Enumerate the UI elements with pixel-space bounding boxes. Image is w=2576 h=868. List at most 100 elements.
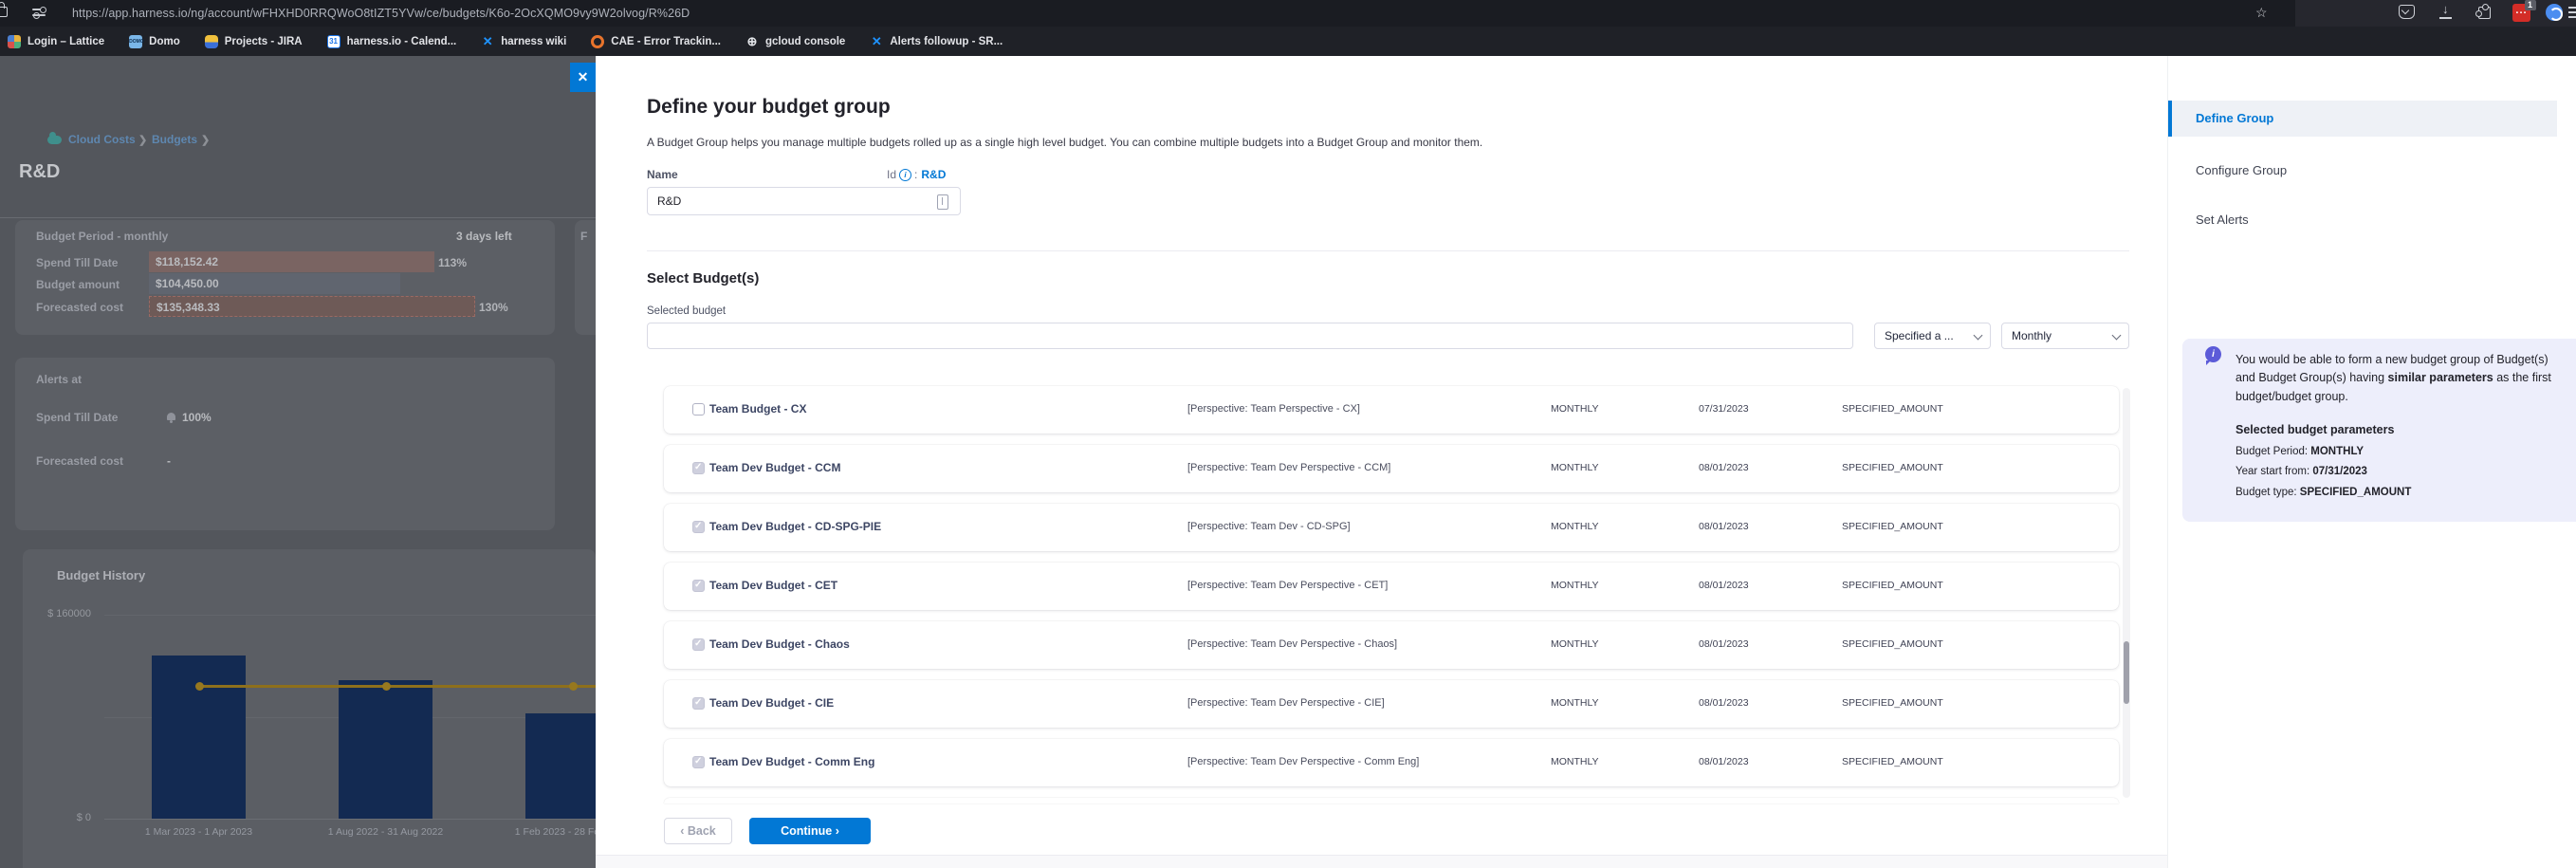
budget-line	[199, 685, 597, 688]
bookmark-item[interactable]: ✕ Alerts followup - SR...	[870, 35, 1003, 48]
budget-row[interactable]: Team Dev Budget - Comm Eng [Perspective:…	[664, 739, 2119, 786]
budget-row[interactable]: Team Dev Budget - CCM [Perspective: Team…	[664, 445, 2119, 492]
budget-checkbox[interactable]	[692, 638, 705, 651]
param-line: Budget type: SPECIFIED_AMOUNT	[2236, 485, 2552, 502]
jira-icon	[205, 35, 218, 48]
back-button[interactable]: ‹ Back	[664, 818, 732, 844]
budget-perspective: [Perspective: Team Dev Perspective - CET…	[1187, 580, 1388, 591]
alerts-card: Alerts at Spend Till Date 100% Forecaste…	[15, 358, 555, 530]
budget-start-date: 07/31/2023	[1699, 403, 1749, 415]
budget-perspective: [Perspective: Team Dev - CD-SPG]	[1187, 521, 1351, 532]
budget-line-point	[195, 682, 204, 691]
divider	[647, 250, 2129, 251]
scrollbar-thumb[interactable]	[2124, 641, 2129, 704]
cae-icon	[591, 35, 604, 48]
budget-name-link[interactable]: Team Dev Budget - CCM	[709, 461, 840, 474]
budget-row[interactable]: Team Dev Budget - Chaos [Perspective: Te…	[664, 621, 2119, 669]
selected-budget-label: Selected budget	[647, 305, 726, 317]
bookmark-item[interactable]: CAE - Error Trackin...	[591, 35, 721, 48]
budget-type-dropdown[interactable]: Specified a ...	[1874, 323, 1991, 349]
wizard-step-configure-group[interactable]: Configure Group	[2168, 153, 2557, 189]
budget-checkbox[interactable]	[692, 580, 705, 592]
budget-period: MONTHLY	[1551, 580, 1599, 591]
budget-checkbox[interactable]	[692, 756, 705, 768]
budget-period: MONTHLY	[1551, 403, 1599, 415]
url-bar[interactable]: https://app.harness.io/ng/account/wFHXHD…	[0, 0, 2295, 27]
info-text: You would be able to form a new budget g…	[2236, 351, 2552, 406]
harness-icon: ✕	[870, 35, 883, 48]
wizard-step-define-group[interactable]: Define Group	[2168, 101, 2557, 137]
chart-bar	[339, 680, 432, 819]
budget-period: MONTHLY	[1551, 462, 1599, 473]
budget-start-date: 08/01/2023	[1699, 521, 1749, 532]
breadcrumb-budgets[interactable]: Budgets	[152, 133, 197, 146]
budget-amount-bar: $104,450.00	[149, 273, 400, 294]
close-icon[interactable]: ✕	[570, 63, 596, 92]
privacy-extension-icon[interactable]	[2546, 4, 2563, 21]
budget-checkbox[interactable]	[692, 521, 705, 533]
budget-name-link[interactable]: Team Dev Budget - CD-SPG-PIE	[709, 520, 881, 533]
budget-name-link[interactable]: Team Dev Budget - CET	[709, 579, 837, 592]
budget-row[interactable]: Team Dev Budget - CIE [Perspective: Team…	[664, 680, 2119, 728]
bookmark-item[interactable]: ⊕ gcloud console	[745, 35, 845, 48]
url-text[interactable]: https://app.harness.io/ng/account/wFHXHD…	[72, 7, 690, 20]
lastpass-icon[interactable]: ...1	[2512, 4, 2530, 22]
budget-row[interactable]: Team Dev Budget - CET [Perspective: Team…	[664, 563, 2119, 610]
budget-perspective: [Perspective: Team Perspective - CX]	[1187, 403, 1360, 415]
budget-start-date: 08/01/2023	[1699, 697, 1749, 709]
budget-period: MONTHLY	[1551, 697, 1599, 709]
partial-card-text: F	[580, 230, 587, 243]
breadcrumb-cloud-costs[interactable]: Cloud Costs	[68, 133, 136, 146]
period-dropdown[interactable]: Monthly	[2001, 323, 2129, 349]
budget-type: SPECIFIED_AMOUNT	[1842, 697, 1943, 709]
bookmark-item[interactable]: Projects - JIRA	[205, 35, 303, 48]
id-label: Id	[887, 168, 896, 181]
downloads-icon[interactable]	[2439, 5, 2453, 19]
bookmark-item[interactable]: ✕ harness wiki	[481, 35, 566, 48]
card-title: Alerts at	[36, 373, 82, 386]
extensions-icon[interactable]	[2478, 7, 2491, 19]
budget-name-link[interactable]: Team Dev Budget - Chaos	[709, 637, 850, 651]
info-icon[interactable]	[899, 169, 911, 181]
wizard-step-set-alerts[interactable]: Set Alerts	[2168, 202, 2557, 238]
tracking-protection-icon[interactable]	[32, 8, 47, 19]
bookmarks-bar: Login – Lattice DOMO Domo Projects - JIR…	[0, 27, 2576, 56]
menu-icon[interactable]	[2568, 7, 2576, 18]
browser-window: https://app.harness.io/ng/account/wFHXHD…	[0, 0, 2576, 868]
budget-perspective: [Perspective: Team Dev Perspective - Com…	[1187, 756, 1419, 767]
selected-budget-input[interactable]	[647, 323, 1853, 349]
pocket-icon[interactable]	[2399, 5, 2415, 19]
budget-group-modal: Define your budget group A Budget Group …	[596, 56, 2167, 868]
budget-period-card: Budget Period - monthly 3 days left Spen…	[15, 220, 555, 335]
bookmark-star-icon[interactable]: ☆	[2255, 5, 2268, 21]
continue-button[interactable]: Continue ›	[749, 818, 871, 844]
budget-name-link[interactable]: Team Dev Budget - CIE	[709, 696, 834, 710]
y-axis-label: $ 160000	[23, 608, 91, 619]
scrollbar[interactable]	[2123, 388, 2130, 798]
bookmark-label: CAE - Error Trackin...	[611, 36, 721, 47]
budget-row[interactable]: Team Budget - CX [Perspective: Team Pers…	[664, 386, 2119, 434]
y-axis-label: $ 0	[23, 812, 91, 823]
bookmark-item[interactable]: 31 harness.io - Calend...	[327, 35, 457, 48]
bookmark-item[interactable]: Login – Lattice	[8, 35, 104, 48]
param-line: Year start from: 07/31/2023	[2236, 464, 2552, 481]
calendar-icon: 31	[327, 35, 340, 48]
budget-checkbox[interactable]	[692, 697, 705, 710]
budget-perspective: [Perspective: Team Dev Perspective - CIE…	[1187, 697, 1385, 709]
bookmark-label: gcloud console	[765, 36, 845, 47]
select-budgets-heading: Select Budget(s)	[647, 270, 759, 286]
modal-description: A Budget Group helps you manage multiple…	[647, 136, 1482, 149]
bookmark-label: harness.io - Calend...	[347, 36, 457, 47]
budget-name-link[interactable]: Team Dev Budget - Comm Eng	[709, 755, 874, 768]
name-input[interactable]	[647, 187, 961, 215]
budget-checkbox[interactable]	[692, 403, 705, 416]
gcloud-icon: ⊕	[745, 35, 759, 48]
budget-history-card: Budget History $ 160000 $ 0 1 Mar 2023 -…	[23, 549, 596, 868]
budget-name-link[interactable]: Team Budget - CX	[709, 402, 806, 416]
breadcrumb-separator-icon: ❯	[138, 134, 147, 146]
budget-line-point	[382, 682, 391, 691]
budget-row[interactable]: Team Dev Budget - CD-SPG-PIE [Perspectiv…	[664, 504, 2119, 551]
budget-checkbox[interactable]	[692, 462, 705, 474]
bookmark-item[interactable]: DOMO Domo	[129, 35, 180, 48]
harness-icon: ✕	[481, 35, 494, 48]
